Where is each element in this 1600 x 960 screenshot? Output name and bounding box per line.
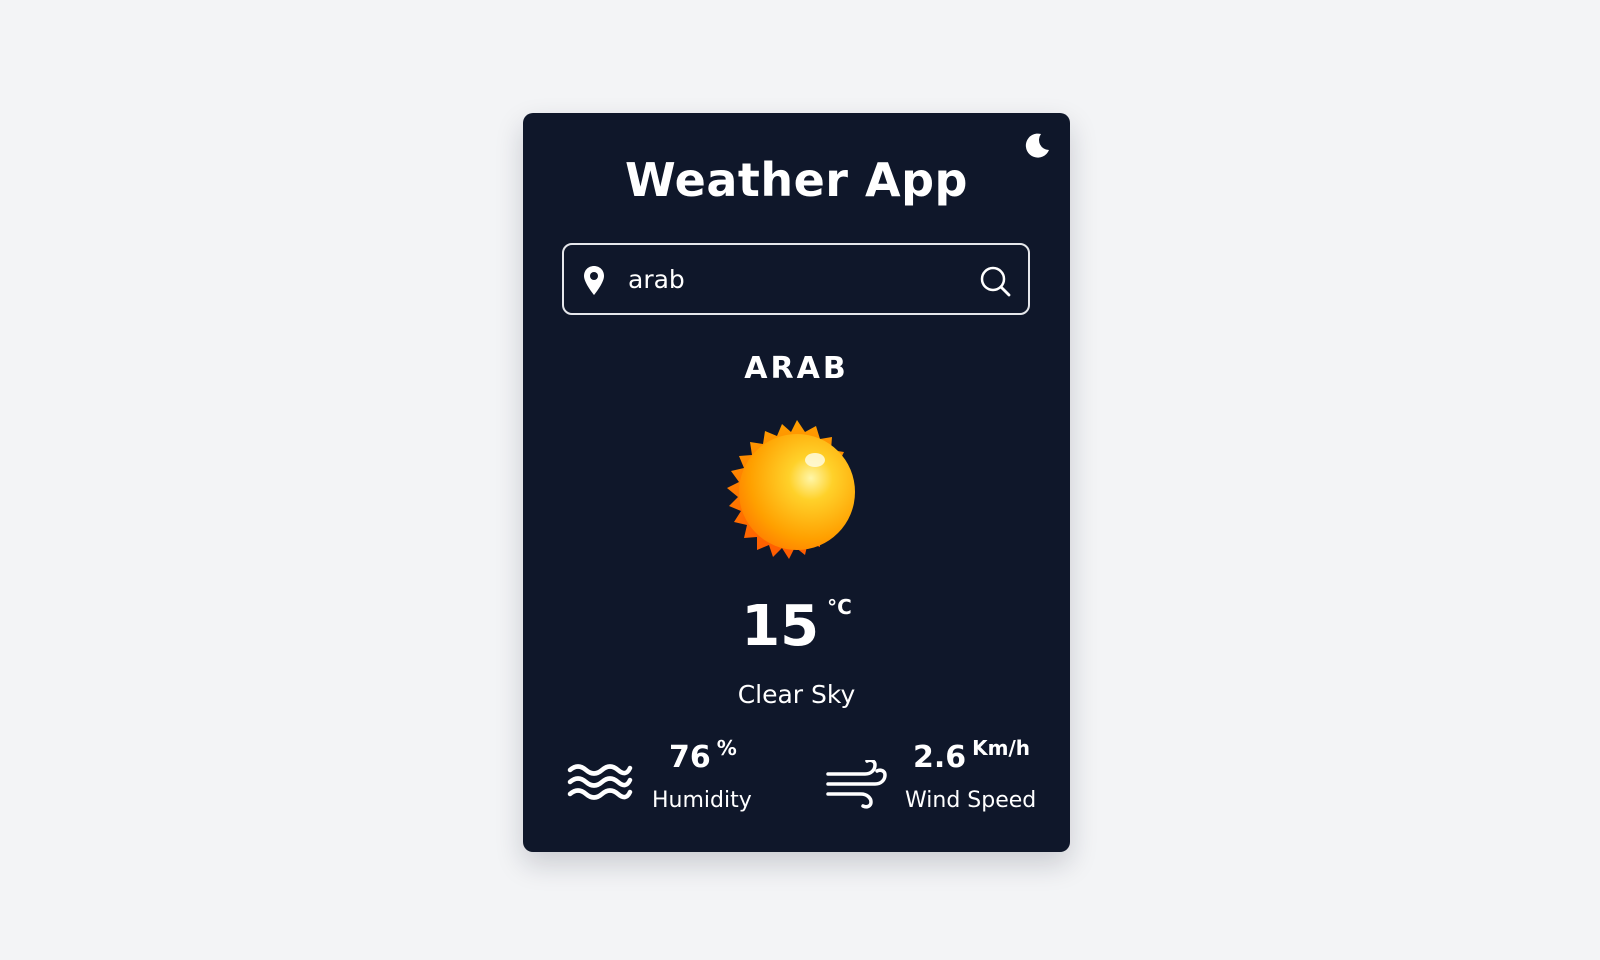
wind-label: Wind Speed [905,788,1037,813]
wind-icon [826,760,887,809]
app-title: Weather App [625,153,968,207]
weather-card: Weather App ARAB [523,113,1070,852]
wind-stat: 2.6 Km/h Wind Speed [825,730,1055,820]
city-name: ARAB [744,351,849,386]
temperature-unit: °C [827,595,852,619]
temperature-value: 15 [741,594,820,659]
sun-icon [727,420,855,559]
search-icon[interactable] [978,264,1012,298]
wind-unit: Km/h [972,736,1031,760]
location-pin-icon [584,266,604,295]
city-search-input[interactable] [628,259,958,299]
humidity-waves-icon [567,764,633,800]
temperature-display: 15 °C [523,591,1070,661]
search-bar [562,243,1030,315]
humidity-value: 76% [669,736,737,775]
weather-description: Clear Sky [737,680,856,709]
humidity-unit: % [716,736,737,760]
humidity-stat: 76% Humidity [567,730,767,820]
wind-value: 2.6 Km/h [913,736,1031,775]
humidity-label: Humidity [652,788,752,813]
